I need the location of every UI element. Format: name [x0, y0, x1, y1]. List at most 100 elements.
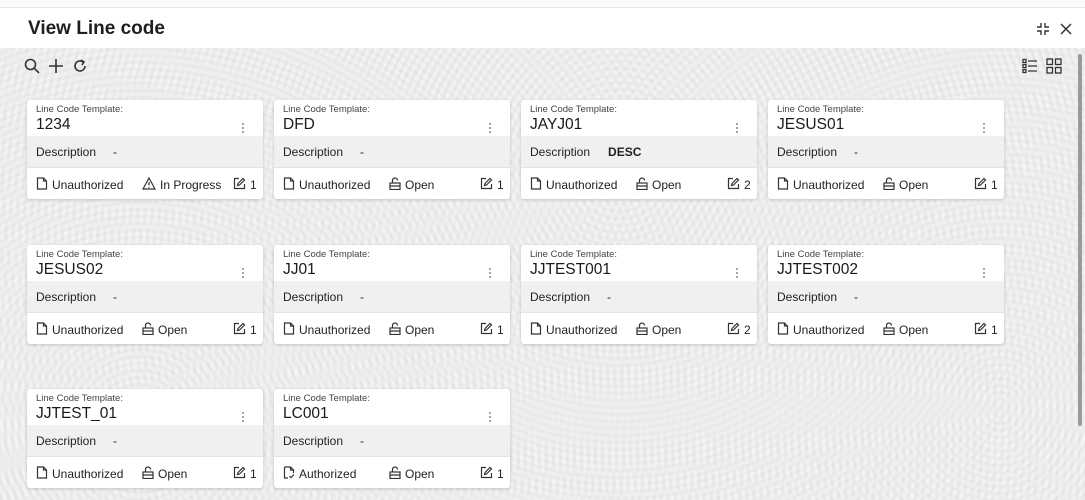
record-status-text: Open: [405, 323, 435, 337]
kebab-menu-icon[interactable]: [981, 123, 987, 135]
line-code-card[interactable]: Line Code Template: JJTEST_01 Description -…: [27, 389, 263, 488]
line-code-value: JJTEST_01: [36, 405, 117, 422]
search-icon[interactable]: [22, 56, 42, 76]
kebab-menu-icon[interactable]: [240, 268, 246, 280]
auth-status-text: Unauthorized: [546, 323, 618, 337]
description-value: DESC: [608, 144, 642, 159]
description-row: Description -: [768, 136, 1004, 167]
record-status-text: Open: [405, 178, 435, 192]
modification-count-text: 1: [497, 323, 504, 337]
status-row: Authorized Open 1: [274, 456, 510, 488]
modification-count: 1: [974, 322, 998, 338]
description-value: -: [854, 289, 859, 304]
line-code-card[interactable]: Line Code Template: JESUS02 Description - Un…: [27, 245, 263, 344]
description-label: Description: [777, 144, 838, 159]
auth-status: Authorized: [283, 466, 356, 482]
description-label: Description: [530, 144, 591, 159]
record-status: Open: [883, 177, 928, 193]
line-code-value: 1234: [36, 116, 71, 133]
auth-status: Unauthorized: [283, 322, 370, 338]
record-status-text: Open: [158, 323, 188, 337]
auth-status: Unauthorized: [36, 177, 123, 193]
description-value: -: [854, 144, 859, 159]
record-status: In Progress: [141, 176, 222, 193]
record-status: Open: [389, 322, 434, 338]
status-row: Unauthorized Open 1: [27, 312, 263, 344]
modification-count: 1: [480, 466, 504, 482]
list-view-icon[interactable]: [1020, 56, 1040, 76]
record-status: Open: [142, 322, 187, 338]
kebab-menu-icon[interactable]: [734, 268, 740, 280]
unlock-icon: [636, 322, 652, 338]
scrollbar[interactable]: [1078, 54, 1082, 426]
status-row: Unauthorized Open 1: [274, 167, 510, 199]
description-value: -: [360, 433, 365, 448]
kebab-menu-icon[interactable]: [734, 123, 740, 135]
record-status: Open: [636, 177, 681, 193]
record-status-text: Open: [899, 178, 929, 192]
card-template-label: Line Code Template:: [530, 104, 617, 115]
kebab-menu-icon[interactable]: [240, 123, 246, 135]
description-row: Description -: [27, 425, 263, 456]
page-header: View Line code: [0, 8, 1085, 48]
auth-status-text: Unauthorized: [299, 178, 371, 192]
kebab-menu-icon[interactable]: [487, 412, 493, 424]
status-row: Unauthorized Open 1: [274, 312, 510, 344]
grid-view-icon[interactable]: [1044, 56, 1064, 76]
document-icon: [777, 177, 793, 193]
warning-icon: [141, 176, 160, 193]
auth-status-text: Unauthorized: [52, 467, 124, 481]
record-status-text: In Progress: [160, 178, 222, 192]
line-code-value: JAYJ01: [530, 116, 583, 133]
auth-status: Unauthorized: [283, 177, 370, 193]
record-status-text: Open: [158, 467, 188, 481]
line-code-card[interactable]: Line Code Template: JJTEST001 Description -…: [521, 245, 757, 344]
auth-status-text: Authorized: [299, 467, 357, 481]
plus-icon[interactable]: [46, 56, 66, 76]
description-label: Description: [283, 144, 344, 159]
status-row: Unauthorized In Progress 1: [27, 167, 263, 199]
line-code-card[interactable]: Line Code Template: JESUS01 Description - Un…: [768, 100, 1004, 199]
modification-count: 1: [974, 177, 998, 193]
card-template-label: Line Code Template:: [36, 249, 123, 260]
line-code-card[interactable]: Line Code Template: DFD Description - Unauth…: [274, 100, 510, 199]
card-template-label: Line Code Template:: [283, 393, 370, 404]
description-label: Description: [777, 289, 838, 304]
collapse-icon[interactable]: [1032, 18, 1054, 40]
line-code-card[interactable]: Line Code Template: JJ01 Description - Unaut…: [274, 245, 510, 344]
auth-status: Unauthorized: [530, 177, 617, 193]
card-template-label: Line Code Template:: [777, 104, 864, 115]
description-row: Description -: [27, 136, 263, 167]
line-code-value: JESUS02: [36, 261, 104, 278]
auth-status-text: Unauthorized: [793, 323, 865, 337]
modification-count: 1: [233, 177, 257, 193]
document-icon: [530, 177, 546, 193]
record-status: Open: [636, 322, 681, 338]
auth-status: Unauthorized: [36, 466, 123, 482]
line-code-card[interactable]: Line Code Template: JJTEST002 Description -…: [768, 245, 1004, 344]
line-code-value: DFD: [283, 116, 315, 133]
line-code-value: JJ01: [283, 261, 316, 278]
kebab-menu-icon[interactable]: [487, 268, 493, 280]
line-code-card[interactable]: Line Code Template: LC001 Description - Auth…: [274, 389, 510, 488]
modification-count: 2: [727, 177, 751, 193]
edit-icon: [233, 322, 250, 338]
kebab-menu-icon[interactable]: [981, 268, 987, 280]
document-icon: [283, 466, 299, 482]
kebab-menu-icon[interactable]: [487, 123, 493, 135]
line-code-card[interactable]: Line Code Template: 1234 Description - Unaut…: [27, 100, 263, 199]
record-status: Open: [389, 466, 434, 482]
card-template-label: Line Code Template:: [283, 249, 370, 260]
refresh-icon[interactable]: [70, 56, 90, 76]
record-status-text: Open: [899, 323, 929, 337]
line-code-value: JJTEST002: [777, 261, 858, 278]
description-row: Description -: [274, 281, 510, 312]
unlock-icon: [883, 322, 899, 338]
line-code-value: LC001: [283, 405, 329, 422]
edit-icon: [727, 322, 744, 338]
kebab-menu-icon[interactable]: [240, 412, 246, 424]
unlock-icon: [389, 322, 405, 338]
close-icon[interactable]: [1055, 18, 1077, 40]
modification-count: 2: [727, 322, 751, 338]
line-code-card[interactable]: Line Code Template: JAYJ01 Description DESC…: [521, 100, 757, 199]
